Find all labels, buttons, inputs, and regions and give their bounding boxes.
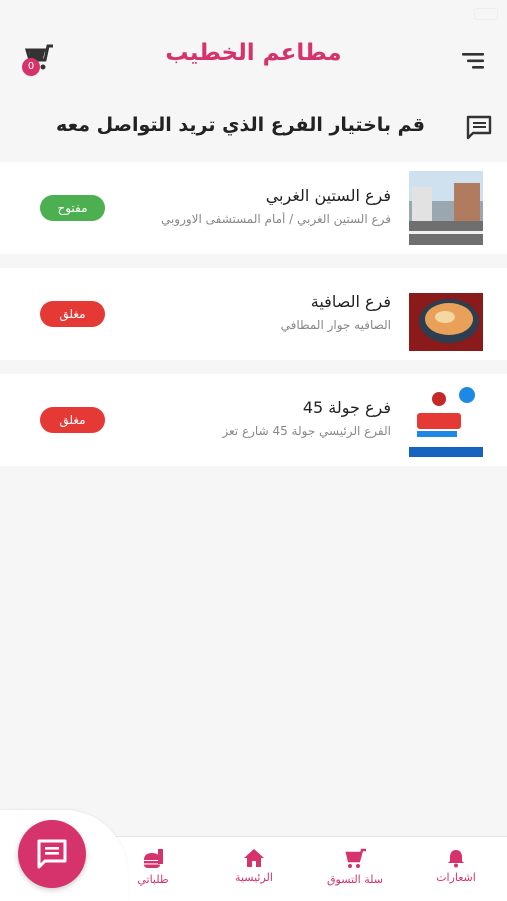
nav-cart[interactable]: سلة التسوق [310, 848, 400, 892]
status-badge: مغلق [40, 301, 105, 327]
prompt-text: قم باختيار الفرع الذي تريد التواصل معه [56, 114, 425, 136]
battery-icon [474, 8, 498, 20]
status-badge: مغلق [40, 407, 105, 433]
app-title: مطاعم الخطيب [165, 40, 342, 66]
message-icon [465, 114, 493, 140]
branch-name: فرع الصافية [310, 292, 391, 311]
nav-orders[interactable]: طلباتي [108, 848, 198, 892]
branch-address: الصافيه جوار المطافي [280, 318, 391, 332]
cart-count-badge: 0 [22, 58, 40, 76]
branch-name: فرع جولة 45 [302, 398, 391, 417]
cart-icon [345, 848, 366, 868]
app-header: مطاعم الخطيب 0 [0, 24, 507, 102]
status-bar [0, 0, 507, 24]
message-icon [37, 839, 67, 869]
bell-icon [448, 850, 464, 868]
food-icon [144, 849, 163, 868]
branch-image [409, 383, 483, 457]
branch-image [409, 171, 483, 245]
branch-list: فرع الستين الغربي فرع الستين الغربي / أم… [0, 162, 507, 480]
branch-card[interactable]: فرع جولة 45 الفرع الرئيسي جولة 45 شارع ت… [0, 374, 507, 466]
branch-name: فرع الستين الغربي [265, 186, 391, 205]
nav-label: الرئيسية [235, 871, 273, 884]
branch-address: فرع الستين الغربي / أمام المستشفى الاورو… [160, 212, 391, 226]
branch-card[interactable]: فرع الستين الغربي فرع الستين الغربي / أم… [0, 162, 507, 254]
chat-fab-button[interactable] [18, 820, 86, 888]
nav-home[interactable]: الرئيسية [209, 848, 299, 892]
branch-card[interactable]: فرع الصافية الصافيه جوار المطافي مغلق [0, 268, 507, 360]
nav-label: اشعارات [436, 871, 476, 884]
home-icon [244, 849, 264, 867]
nav-notifications[interactable]: اشعارات [411, 848, 501, 892]
menu-icon[interactable] [458, 50, 486, 72]
branch-address: الفرع الرئيسي جولة 45 شارع تعز [222, 424, 391, 438]
branch-prompt: قم باختيار الفرع الذي تريد التواصل معه [0, 102, 507, 152]
branch-image [409, 277, 483, 351]
nav-label: طلباتي [137, 873, 169, 886]
status-badge: مفتوح [40, 195, 105, 221]
nav-label: سلة التسوق [326, 873, 383, 886]
